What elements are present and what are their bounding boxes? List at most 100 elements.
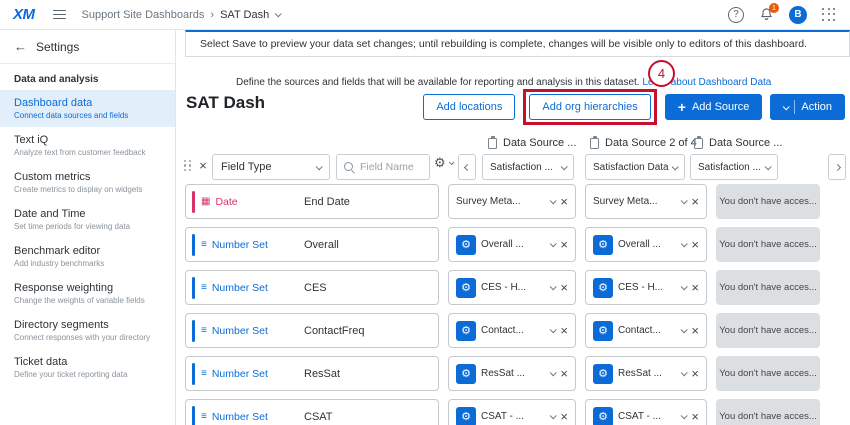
chevron-down-icon[interactable] (681, 369, 688, 376)
chevron-down-icon[interactable] (275, 10, 282, 17)
remove-mapping-icon[interactable]: × (560, 238, 568, 251)
remove-mapping-icon[interactable]: × (560, 324, 568, 337)
search-icon (344, 162, 355, 173)
mapping-cell[interactable]: ⚙ Overall ... × (448, 227, 576, 262)
action-button[interactable]: Action (770, 94, 845, 120)
field-settings-icon[interactable]: ⚙ (593, 321, 613, 341)
back-to-settings-button[interactable]: ← Settings (0, 30, 175, 64)
chevron-down-icon[interactable] (681, 412, 688, 419)
sidebar-item-date-and-time[interactable]: Date and Time Set time periods for viewi… (0, 201, 175, 238)
field-type-label: Number Set (212, 411, 268, 423)
field-definition[interactable]: ≡ Number Set Overall (185, 227, 439, 262)
chevron-down-icon[interactable] (681, 197, 688, 204)
field-definition[interactable]: ▦ Date End Date (185, 184, 439, 219)
mapped-field-label: CES - H... (481, 282, 545, 293)
chevron-down-icon[interactable] (550, 369, 557, 376)
sidebar-item-response-weighting[interactable]: Response weighting Change the weights of… (0, 275, 175, 312)
chevron-down-icon[interactable] (681, 283, 688, 290)
mapping-cell[interactable]: ⚙ ResSat ... × (448, 356, 576, 391)
add-locations-button[interactable]: Add locations (423, 94, 515, 120)
sidebar-item-ticket-data[interactable]: Ticket data Define your ticket reporting… (0, 349, 175, 386)
help-icon[interactable]: ? (728, 7, 744, 23)
breadcrumb-current[interactable]: SAT Dash (220, 9, 269, 21)
field-settings-icon[interactable]: ⚙ (593, 407, 613, 425)
remove-mapping-icon[interactable]: × (560, 410, 568, 423)
mapping-cell[interactable]: ⚙ CSAT - ... × (448, 399, 576, 425)
chevron-down-icon[interactable] (550, 412, 557, 419)
field-definition[interactable]: ≡ Number Set ContactFreq (185, 313, 439, 348)
sidebar-item-directory-segments[interactable]: Directory segments Connect responses wit… (0, 312, 175, 349)
mapping-cell[interactable]: ⚙ Contact... × (448, 313, 576, 348)
breadcrumb-root[interactable]: Support Site Dashboards (82, 9, 205, 21)
field-type-badge: ▦ Date (192, 191, 304, 213)
field-definition[interactable]: ≡ Number Set CSAT (185, 399, 439, 425)
mapping-cell[interactable]: Survey Meta... × (448, 184, 576, 219)
remove-mapping-icon[interactable]: × (691, 281, 699, 294)
no-access-cell: You don't have acces... (716, 184, 820, 219)
remove-mapping-icon[interactable]: × (691, 324, 699, 337)
data-source-select-1[interactable]: Satisfaction ... (482, 154, 574, 180)
remove-mapping-icon[interactable]: × (691, 410, 699, 423)
remove-mapping-icon[interactable]: × (560, 367, 568, 380)
field-definition[interactable]: ≡ Number Set ResSat (185, 356, 439, 391)
data-source-select-3[interactable]: Satisfaction ... (690, 154, 778, 180)
field-settings-icon[interactable]: ⚙ (456, 235, 476, 255)
field-settings-icon[interactable]: ⚙ (456, 321, 476, 341)
add-source-button[interactable]: + Add Source (665, 94, 763, 120)
remove-mapping-icon[interactable]: × (560, 281, 568, 294)
remove-mapping-icon[interactable]: × (560, 195, 568, 208)
mapping-cell[interactable]: ⚙ CES - H... × (448, 270, 576, 305)
avatar[interactable]: B (789, 6, 807, 24)
field-settings-icon[interactable]: ⚙ (456, 364, 476, 384)
chevron-down-icon[interactable] (550, 326, 557, 333)
chevron-down-icon[interactable] (550, 240, 557, 247)
chevron-down-icon[interactable] (550, 283, 557, 290)
scroll-columns-left-button[interactable] (458, 154, 476, 180)
chevron-down-icon[interactable] (681, 240, 688, 247)
field-definition[interactable]: ≡ Number Set CES (185, 270, 439, 305)
remove-mapping-icon[interactable]: × (691, 195, 699, 208)
field-name: End Date (304, 196, 350, 208)
remove-mapping-icon[interactable]: × (691, 367, 699, 380)
field-settings-icon[interactable]: ⚙ (593, 278, 613, 298)
field-settings-icon[interactable]: ⚙ (593, 235, 613, 255)
field-name: CSAT (304, 411, 333, 423)
field-name: Overall (304, 239, 339, 251)
sidebar-item-desc: Set time periods for viewing data (14, 222, 161, 231)
mapping-cell[interactable]: ⚙ CES - H... × (585, 270, 707, 305)
apps-grid-icon[interactable] (822, 8, 836, 22)
mapping-cell[interactable]: ⚙ Contact... × (585, 313, 707, 348)
field-name-search-input[interactable] (360, 161, 418, 173)
field-type-badge: ≡ Number Set (192, 363, 304, 385)
mapping-cell[interactable]: ⚙ Overall ... × (585, 227, 707, 262)
hamburger-menu-icon[interactable] (53, 10, 66, 20)
field-settings-icon[interactable]: ⚙ (593, 364, 613, 384)
add-org-hierarchies-button[interactable]: Add org hierarchies (529, 94, 650, 120)
data-source-select-2[interactable]: Satisfaction Data (... (585, 154, 685, 180)
mapping-cell[interactable]: ⚙ ResSat ... × (585, 356, 707, 391)
add-source-label: Add Source (692, 101, 749, 113)
chevron-down-icon[interactable] (550, 197, 557, 204)
field-type-dropdown[interactable]: Field Type (212, 154, 330, 180)
notifications-bell-icon[interactable]: 1 (759, 7, 774, 22)
chevron-left-icon (463, 163, 470, 170)
clear-selection-icon[interactable]: × (199, 159, 207, 172)
scroll-columns-right-button[interactable] (828, 154, 846, 180)
sidebar-item-desc: Connect data sources and fields (14, 111, 161, 120)
sidebar-item-custom-metrics[interactable]: Custom metrics Create metrics to display… (0, 164, 175, 201)
sidebar-item-dashboard-data[interactable]: Dashboard data Connect data sources and … (0, 90, 175, 127)
field-settings-icon[interactable]: ⚙ (456, 278, 476, 298)
type-accent-bar (192, 234, 195, 256)
drag-handle-icon[interactable] (184, 160, 192, 171)
xm-logo[interactable]: XM (13, 6, 35, 23)
table-settings-button[interactable]: ⚙ (434, 156, 453, 169)
field-type-label: Field Type (221, 161, 272, 173)
chevron-down-icon[interactable] (681, 326, 688, 333)
sidebar-item-benchmark-editor[interactable]: Benchmark editor Add industry benchmarks (0, 238, 175, 275)
mapping-cell[interactable]: ⚙ CSAT - ... × (585, 399, 707, 425)
field-settings-icon[interactable]: ⚙ (456, 407, 476, 425)
remove-mapping-icon[interactable]: × (691, 238, 699, 251)
annotation-step-circle: 4 (648, 60, 675, 87)
mapping-cell[interactable]: Survey Meta... × (585, 184, 707, 219)
sidebar-item-text-iq[interactable]: Text iQ Analyze text from customer feedb… (0, 127, 175, 164)
